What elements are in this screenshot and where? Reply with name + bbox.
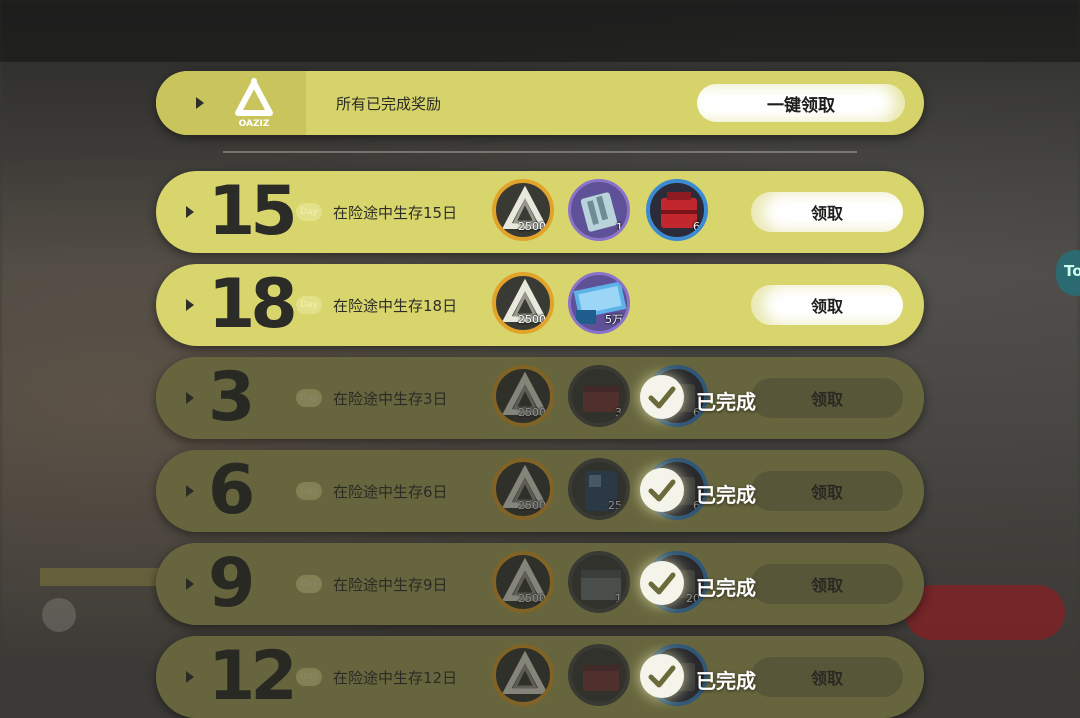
day-badge: Day: [296, 668, 322, 686]
claim-all-bar: OAZIZ 所有已完成奖励 一键领取: [156, 71, 924, 135]
side-tab-label: To: [1064, 262, 1080, 280]
oaziz-logo-icon: OAZIZ: [235, 78, 273, 129]
claim-all-button[interactable]: 一键领取: [697, 84, 905, 122]
reward-item[interactable]: 2500: [492, 179, 554, 241]
day-number: 18: [208, 265, 298, 344]
item-quantity: 1: [615, 592, 622, 605]
claim-button: 领取: [751, 471, 903, 511]
supply-crate-icon: [573, 649, 626, 702]
day-badge: Day: [296, 575, 322, 593]
item-quantity: 25: [608, 499, 622, 512]
reward-row-day-18: 18 Day 在险途中生存18日 2500 5万 领取: [156, 264, 924, 346]
reward-item[interactable]: 2500: [492, 458, 554, 520]
reward-item[interactable]: 1: [568, 551, 630, 613]
reward-item[interactable]: 2500: [492, 365, 554, 427]
claim-button[interactable]: 领取: [751, 285, 903, 325]
task-description: 在险途中生存9日: [333, 576, 448, 594]
caret-right-icon: [186, 206, 194, 218]
checkmark-icon: [648, 665, 676, 688]
task-description: 在险途中生存3日: [333, 390, 448, 408]
reward-item[interactable]: 2500: [492, 272, 554, 334]
task-description: 在险途中生存6日: [333, 483, 448, 501]
item-quantity: 2500: [518, 499, 546, 512]
item-quantity: 2500: [518, 313, 546, 326]
claim-button: 领取: [751, 657, 903, 697]
divider: [223, 151, 857, 153]
reward-row-day-3: 3 Day 在险途中生存3日 2500 3 6 领取 已完成: [156, 357, 924, 439]
day-badge: Day: [296, 296, 322, 314]
check-circle: [640, 561, 684, 605]
caret-right-icon: [186, 485, 194, 497]
reward-row-day-15: 15 Day 在险途中生存15日 2500 1 6 领取: [156, 171, 924, 253]
reward-item[interactable]: 6: [646, 179, 708, 241]
check-circle: [640, 375, 684, 419]
caret-right-icon: [196, 97, 204, 109]
logo-text: OAZIZ: [239, 119, 270, 129]
caret-right-icon: [186, 578, 194, 590]
reward-item[interactable]: 5万: [568, 272, 630, 334]
reward-row-day-6: 6 Day 在险途中生存6日 2500 25 6 领取 已完成: [156, 450, 924, 532]
item-quantity: 2500: [518, 220, 546, 233]
checkmark-icon: [648, 572, 676, 595]
completed-label: 已完成: [696, 576, 756, 600]
checkmark-icon: [648, 386, 676, 409]
reward-item[interactable]: 2500: [492, 551, 554, 613]
background-red-button: [905, 585, 1065, 640]
day-badge: Day: [296, 389, 322, 407]
item-quantity: 2500: [518, 592, 546, 605]
reward-item[interactable]: 3: [568, 365, 630, 427]
reward-row-day-12: 12 Day 在险途中生存12日 领取 已完成: [156, 636, 924, 718]
reward-row-day-9: 9 Day 在险途中生存9日 2500 1 20 领取 已完成: [156, 543, 924, 625]
reward-item[interactable]: 1: [568, 179, 630, 241]
item-quantity: 1: [616, 221, 623, 234]
item-quantity: 2500: [518, 406, 546, 419]
day-badge: Day: [296, 203, 322, 221]
day-number: 9: [208, 544, 255, 623]
task-description: 在险途中生存15日: [333, 204, 458, 222]
completed-label: 已完成: [696, 669, 756, 693]
oaziz-token-icon: [497, 649, 550, 702]
reward-item[interactable]: [568, 644, 630, 706]
day-number: 12: [208, 637, 298, 716]
claim-button[interactable]: 领取: [751, 192, 903, 232]
item-quantity: 5万: [605, 313, 623, 326]
header-title: 所有已完成奖励: [336, 95, 442, 113]
background-avatar: [42, 598, 76, 632]
completed-label: 已完成: [696, 483, 756, 507]
task-description: 在险途中生存18日: [333, 297, 458, 315]
caret-right-icon: [186, 299, 194, 311]
completed-label: 已完成: [696, 390, 756, 414]
caret-right-icon: [186, 392, 194, 404]
background-top-bar: [0, 0, 1080, 62]
background-strip: [40, 568, 160, 586]
reward-item[interactable]: [492, 644, 554, 706]
reward-item[interactable]: 25: [568, 458, 630, 520]
check-circle: [640, 468, 684, 512]
item-quantity: 6: [693, 220, 700, 233]
day-number: 15: [208, 172, 298, 251]
day-number: 6: [208, 451, 255, 530]
check-circle: [640, 654, 684, 698]
claim-button: 领取: [751, 378, 903, 418]
claim-button: 领取: [751, 564, 903, 604]
day-number: 3: [208, 358, 255, 437]
task-description: 在险途中生存12日: [333, 669, 458, 687]
checkmark-icon: [648, 479, 676, 502]
day-badge: Day: [296, 482, 322, 500]
caret-right-icon: [186, 671, 194, 683]
item-quantity: 3: [615, 406, 622, 419]
